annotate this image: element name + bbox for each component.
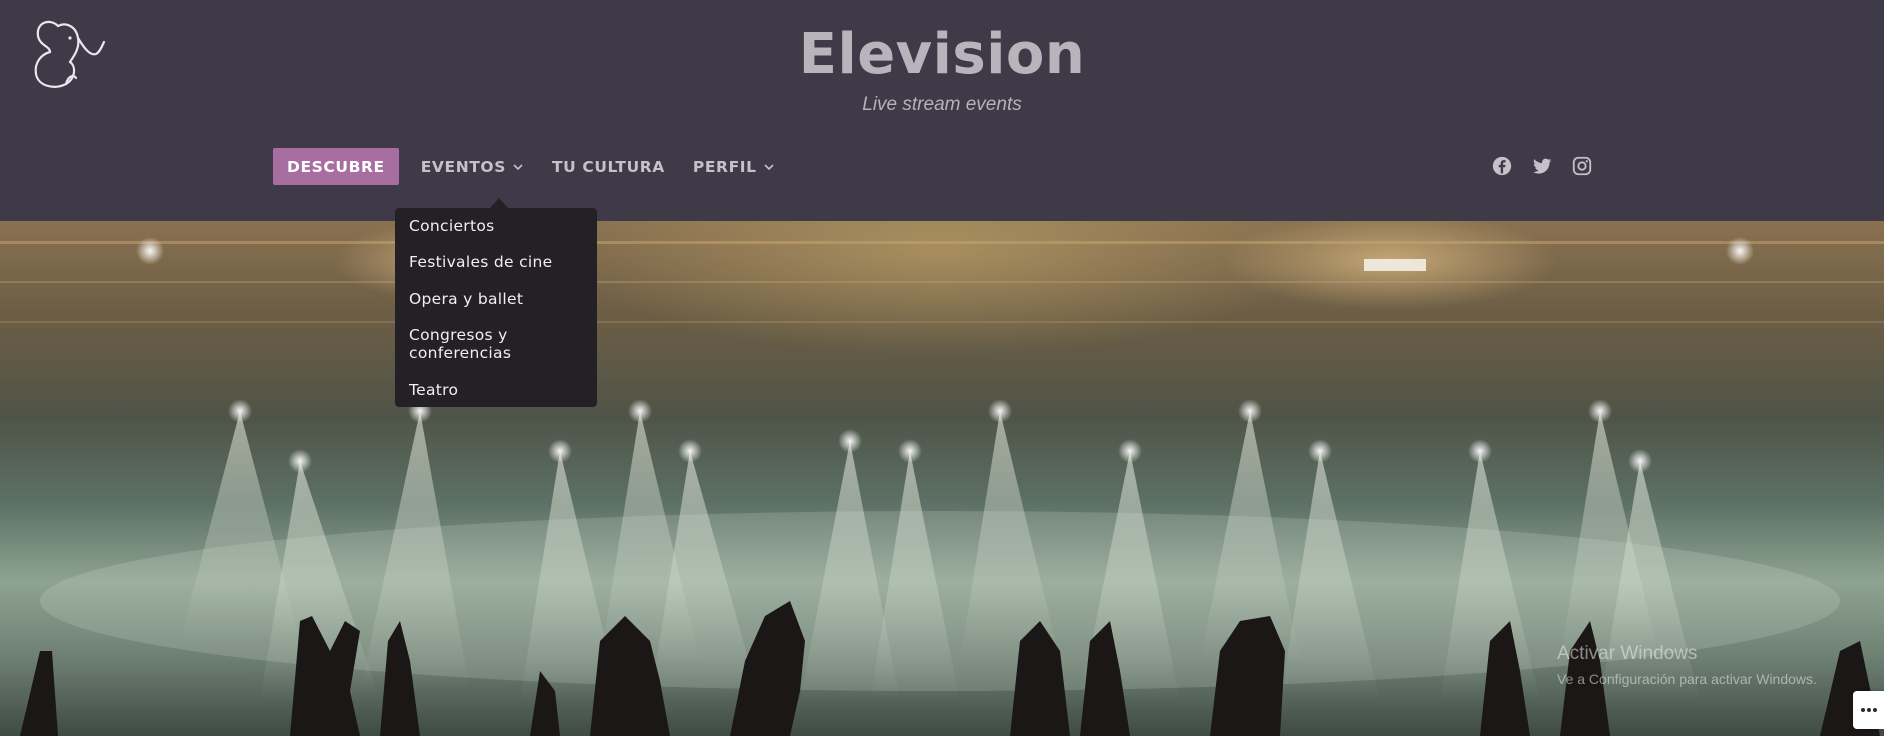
nav-item-perfil[interactable]: PERFIL <box>679 148 789 185</box>
main-nav: DESCUBRE EVENTOS TU CULTURA PERFIL <box>273 148 789 185</box>
watermark-title: Activar Windows <box>1557 643 1698 664</box>
twitter-icon <box>1533 158 1552 174</box>
nav-item-label: PERFIL <box>692 157 757 176</box>
facebook-icon <box>1492 156 1512 176</box>
site-header: Elevision Live stream events DESCUBRE EV… <box>0 0 1884 221</box>
dropdown-item-congresos[interactable]: Congresos y conferencias <box>409 326 549 362</box>
dot-icon <box>1873 708 1877 712</box>
watermark-subtitle: Ve a Configuración para activar Windows. <box>1557 671 1817 687</box>
nav-item-descubre[interactable]: DESCUBRE <box>273 148 399 185</box>
chevron-down-icon <box>513 163 523 170</box>
nav-item-label: TU CULTURA <box>551 157 665 176</box>
facebook-link[interactable] <box>1491 155 1513 177</box>
windows-activation-watermark: Activar Windows Ve a Configuración para … <box>1557 643 1817 687</box>
more-options-button[interactable] <box>1853 691 1884 729</box>
nav-item-tu-cultura[interactable]: TU CULTURA <box>538 148 679 185</box>
dot-icon <box>1861 708 1865 712</box>
twitter-link[interactable] <box>1531 155 1553 177</box>
nav-item-label: EVENTOS <box>420 157 506 176</box>
chevron-down-icon <box>764 163 774 170</box>
dropdown-item-teatro[interactable]: Teatro <box>409 381 589 399</box>
eventos-dropdown-menu: Conciertos Festivales de cine Opera y ba… <box>395 208 597 407</box>
dropdown-arrow <box>490 198 508 208</box>
instagram-icon <box>1572 156 1592 176</box>
dropdown-item-festivales[interactable]: Festivales de cine <box>409 253 589 271</box>
site-title[interactable]: Elevision <box>0 22 1884 87</box>
nav-item-label: DESCUBRE <box>287 157 385 176</box>
nav-item-eventos[interactable]: EVENTOS <box>407 148 538 185</box>
dropdown-item-opera[interactable]: Opera y ballet <box>409 290 589 308</box>
dot-icon <box>1867 708 1871 712</box>
dropdown-item-conciertos[interactable]: Conciertos <box>409 217 589 235</box>
instagram-link[interactable] <box>1571 155 1593 177</box>
site-tagline: Live stream events <box>862 94 1022 115</box>
